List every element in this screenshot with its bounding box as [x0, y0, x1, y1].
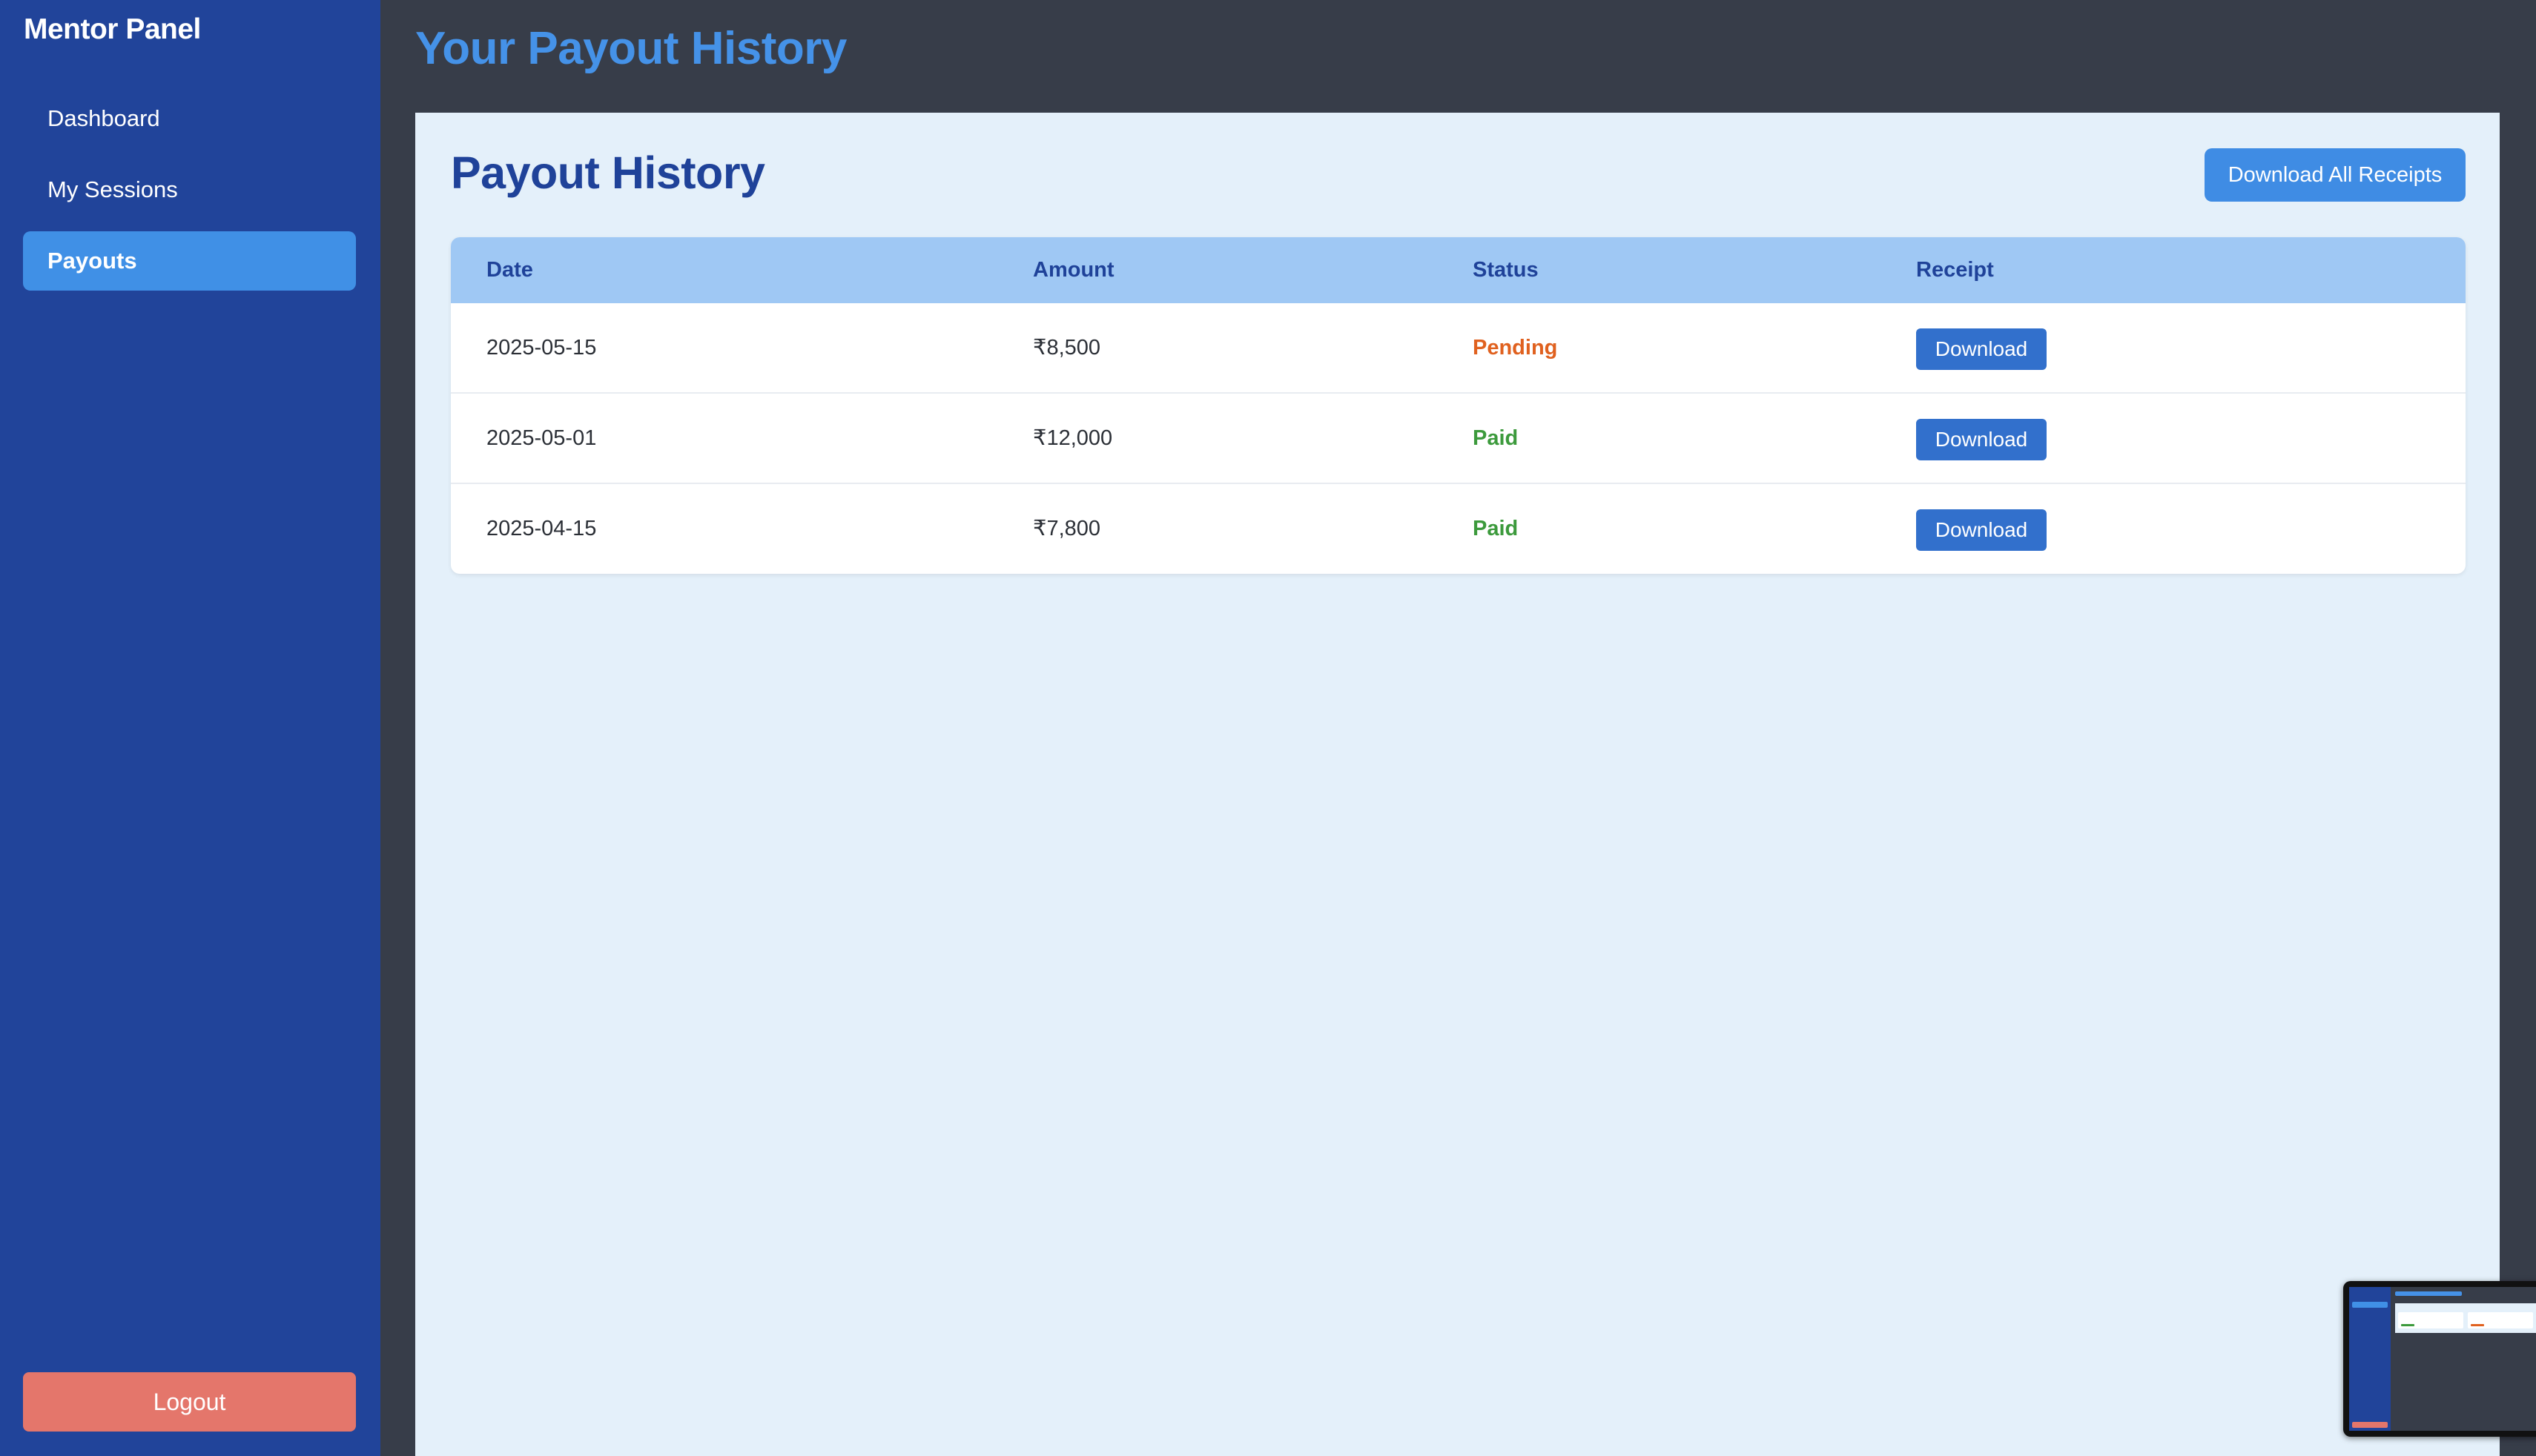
sidebar-item-my-sessions[interactable]: My Sessions: [23, 160, 356, 219]
cell-amount: ₹12,000: [1033, 426, 1113, 450]
sidebar-item-dashboard[interactable]: Dashboard: [23, 89, 356, 148]
cell-date: 2025-04-15: [486, 517, 597, 540]
thumbnail-card-bar: [2471, 1324, 2484, 1326]
brand-title: Mentor Panel: [24, 13, 201, 45]
thumbnail-panel: [2395, 1303, 2536, 1333]
download-receipt-button[interactable]: Download: [1916, 328, 2047, 370]
payout-table: Date Amount Status Receipt 2025-05-15 ₹8…: [451, 237, 2466, 574]
thumbnail-card-bar: [2401, 1324, 2414, 1326]
cell-amount: ₹7,800: [1033, 517, 1101, 540]
thumbnail-logout: [2352, 1422, 2388, 1428]
status-badge: Paid: [1473, 517, 1519, 540]
thumbnail-screen: [2349, 1287, 2536, 1431]
column-header-amount[interactable]: Amount: [1033, 237, 1115, 303]
logout-button[interactable]: Logout: [23, 1372, 356, 1432]
column-header-status[interactable]: Status: [1473, 237, 1539, 303]
page-title: Your Payout History: [415, 23, 847, 74]
thumbnail-title: [2395, 1291, 2462, 1296]
thumbnail-sidebar: [2349, 1287, 2391, 1431]
payout-panel: Payout History Download All Receipts Dat…: [415, 113, 2500, 1456]
sidebar-item-label: My Sessions: [47, 176, 178, 202]
thumbnail-card: [2398, 1312, 2463, 1328]
thumbnail-card: [2468, 1312, 2533, 1328]
status-badge: Pending: [1473, 336, 1558, 360]
table-row: 2025-04-15 ₹7,800 Paid Download: [451, 484, 2466, 574]
table-row: 2025-05-15 ₹8,500 Pending Download: [451, 303, 2466, 394]
status-badge: Paid: [1473, 426, 1519, 450]
sidebar-item-payouts[interactable]: Payouts: [23, 231, 356, 291]
cell-date: 2025-05-15: [486, 336, 597, 360]
download-receipt-button[interactable]: Download: [1916, 509, 2047, 551]
download-all-receipts-button[interactable]: Download All Receipts: [2205, 148, 2466, 202]
table-header: Date Amount Status Receipt: [451, 237, 2466, 303]
thumbnail-active-item: [2352, 1302, 2388, 1308]
download-receipt-button[interactable]: Download: [1916, 419, 2047, 460]
sidebar: Mentor Panel Dashboard My Sessions Payou…: [0, 0, 380, 1456]
table-row: 2025-05-01 ₹12,000 Paid Download: [451, 394, 2466, 484]
section-title: Payout History: [451, 148, 765, 198]
screen-preview-thumbnail[interactable]: [2343, 1281, 2536, 1437]
cell-date: 2025-05-01: [486, 426, 597, 450]
column-header-receipt[interactable]: Receipt: [1916, 237, 1994, 303]
app-window: Mentor Panel Dashboard My Sessions Payou…: [0, 0, 2536, 1456]
sidebar-item-label: Payouts: [47, 248, 137, 274]
cell-amount: ₹8,500: [1033, 336, 1101, 360]
column-header-date[interactable]: Date: [486, 237, 533, 303]
sidebar-item-label: Dashboard: [47, 105, 160, 131]
